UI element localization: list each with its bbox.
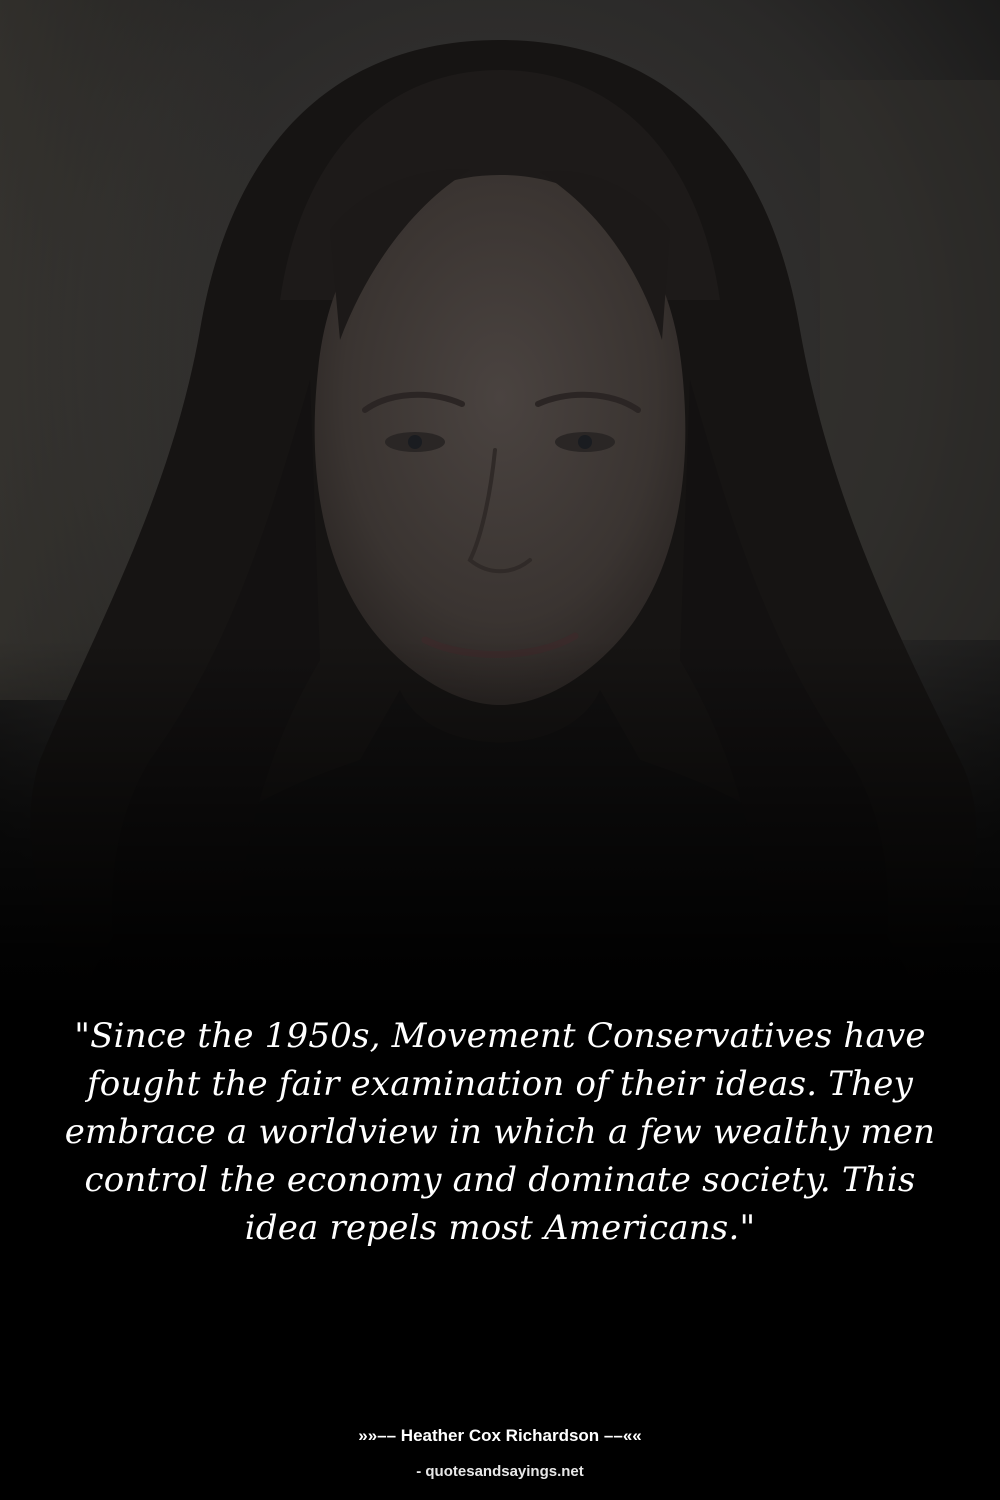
bottom-dark-gradient	[0, 0, 1000, 1500]
source-website: - quotesandsayings.net	[416, 1463, 584, 1480]
quote-text: "Since the 1950s, Movement Conservatives…	[64, 1016, 936, 1248]
quote-card: "Since the 1950s, Movement Conservatives…	[0, 0, 1000, 1500]
quote-author: »»–– Heather Cox Richardson ––««	[358, 1426, 642, 1445]
